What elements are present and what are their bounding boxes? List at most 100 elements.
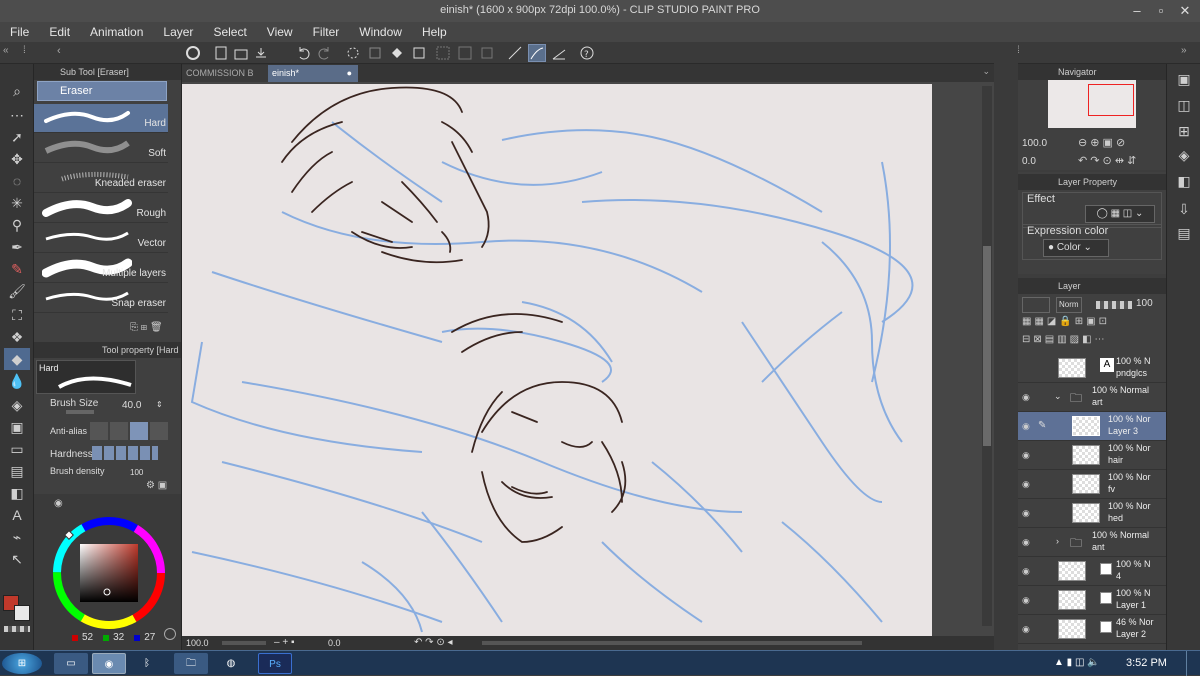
loading-icon[interactable] <box>344 44 362 62</box>
gradient-icon[interactable]: ▣ <box>4 416 30 438</box>
menu-edit[interactable]: Edit <box>39 22 80 42</box>
special-ruler-snap-icon[interactable] <box>528 44 546 62</box>
layer-4[interactable]: ◉ 100 % N4 <box>1018 557 1166 586</box>
operation-tool-icon[interactable]: ➚ <box>4 126 30 148</box>
hardness-slider[interactable] <box>92 446 158 460</box>
ruler-snap-icon[interactable] <box>506 44 524 62</box>
zoom-slider[interactable] <box>222 641 266 645</box>
pen-icon[interactable]: ✒ <box>4 236 30 258</box>
opacity-slider[interactable] <box>1096 301 1132 309</box>
taskbar-explorer-icon[interactable]: ▭ <box>54 653 88 674</box>
menu-view[interactable]: View <box>257 22 303 42</box>
brush-snap-eraser[interactable]: Snap eraser <box>34 284 168 313</box>
menu-layer[interactable]: Layer <box>153 22 203 42</box>
tool-property-settings-icon[interactable]: ⚙ ▣ <box>146 480 167 491</box>
navigator-preview[interactable] <box>1048 80 1136 128</box>
menu-file[interactable]: File <box>0 22 39 42</box>
layer-folder-art[interactable]: ◉ ⌄ 🗀 100 % Normal art <box>1018 383 1166 412</box>
blend-mode-dropdown[interactable]: Norm <box>1056 297 1082 313</box>
fill-icon[interactable] <box>388 44 406 62</box>
clear-icon[interactable] <box>366 44 384 62</box>
history-icon[interactable]: ⊞ <box>1171 120 1197 142</box>
navigator-zoom-value[interactable]: 100.0 <box>1022 138 1047 149</box>
lasso-icon[interactable]: ◌ <box>4 170 30 192</box>
close-button[interactable]: ✕ <box>1174 2 1196 20</box>
move-tool-icon[interactable]: ⋯ <box>4 104 30 126</box>
ruler-icon[interactable]: ◧ <box>4 482 30 504</box>
transparent-color-icon[interactable] <box>4 626 30 632</box>
chevron-left-icon[interactable]: ‹ <box>56 44 74 62</box>
menu-select[interactable]: Select <box>203 22 256 42</box>
opacity-value[interactable]: 100 <box>1136 298 1153 309</box>
navigator-angle-value[interactable]: 0.0 <box>1022 156 1036 167</box>
start-button-icon[interactable]: ⊞ <box>2 653 42 674</box>
brush-soft[interactable]: Soft <box>34 134 168 163</box>
copy-subtool-icon[interactable]: ⎘ <box>130 322 138 333</box>
layer-hed[interactable]: ◉ 100 % Nor hed <box>1018 499 1166 528</box>
undo-icon[interactable] <box>294 44 312 62</box>
redo-icon[interactable] <box>316 44 334 62</box>
tab-menu-icon[interactable]: ⌄ <box>982 66 990 77</box>
tab-commission[interactable]: COMMISSION B <box>182 65 268 82</box>
decoration-icon[interactable]: ❖ <box>4 326 30 348</box>
brush-vector[interactable]: Vector <box>34 224 168 253</box>
subtool-group-eraser[interactable]: Eraser <box>37 81 167 101</box>
zoom-value[interactable]: 100.0 <box>186 638 209 648</box>
canvas-vertical-scrollbar[interactable] <box>982 86 992 626</box>
rotate-controls-icon[interactable]: ↶ ↷ ⊙ ◂ <box>414 637 453 648</box>
taskbar-photoshop-icon[interactable]: Ps <box>258 653 292 674</box>
blue-value[interactable]: 27 <box>144 632 155 643</box>
color-mode-icon[interactable] <box>164 628 176 640</box>
zoom-tool-icon[interactable]: ⌕ <box>4 80 30 102</box>
angle-value[interactable]: 0.0 <box>328 638 341 648</box>
layer-mode-icon[interactable] <box>1022 297 1050 313</box>
crop-icon[interactable] <box>478 44 496 62</box>
tab-einish[interactable]: einish* ● <box>268 65 358 82</box>
taskbar-firefox-icon[interactable]: ◍ <box>214 653 248 674</box>
add-subtool-icon[interactable]: ⊞ <box>141 322 147 333</box>
menu-window[interactable]: Window <box>349 22 412 42</box>
magic-wand-icon[interactable]: ✳ <box>4 192 30 214</box>
material-palette-icon[interactable]: ◈ <box>1171 144 1197 166</box>
material-icon[interactable]: ◫ <box>1171 94 1197 116</box>
brush-density-value[interactable]: 100 <box>130 468 143 477</box>
taskbar-clip-studio-icon[interactable]: ◉ <box>92 653 126 674</box>
color-wheel-tab-icon[interactable]: ◉ <box>54 498 63 509</box>
expression-color-dropdown[interactable]: ● Color ⌄ <box>1043 239 1109 257</box>
minimize-button[interactable]: – <box>1126 2 1148 20</box>
canvas-area[interactable] <box>182 82 994 636</box>
layer-tools-row-2[interactable]: ⊟⊠▤▥▨◧⋯ <box>1022 334 1108 345</box>
maximize-button[interactable]: ▫ <box>1150 2 1172 20</box>
fill-bucket-icon[interactable]: ◈ <box>4 394 30 416</box>
anti-alias-weak[interactable] <box>110 422 128 440</box>
expand-right-icon[interactable]: » <box>1180 44 1198 62</box>
help-icon[interactable]: ? <box>578 44 596 62</box>
brush-kneaded-eraser[interactable]: Kneaded eraser <box>34 164 168 193</box>
download-materials-icon[interactable]: ⇩ <box>1171 198 1197 220</box>
balloon-icon[interactable]: ⌁ <box>4 526 30 548</box>
layer-fv[interactable]: ◉ 100 % Nor fv <box>1018 470 1166 499</box>
taskbar-bluetooth-icon[interactable]: ᛒ <box>134 653 160 674</box>
layer-tools-row-1[interactable]: ▦▦◪🔒⊞▣⊡ <box>1022 316 1110 327</box>
eraser-icon[interactable]: ◆ <box>4 348 30 370</box>
collapse-left-icon[interactable]: « <box>2 44 20 62</box>
clock[interactable]: 3:52 PM <box>1126 657 1167 669</box>
sub-color-swatch[interactable] <box>14 605 30 621</box>
transform-icon[interactable] <box>410 44 428 62</box>
deselect-icon[interactable] <box>434 44 452 62</box>
taskbar-folder-icon[interactable]: 🗀 <box>174 653 208 674</box>
eyedropper-icon[interactable]: ⚲ <box>4 214 30 236</box>
brush-size-slider[interactable] <box>66 410 94 414</box>
correct-line-icon[interactable]: ↖ <box>4 548 30 570</box>
layer-stack-icon[interactable]: ◧ <box>1171 170 1197 192</box>
tray-icons[interactable]: ▲ ▮ ◫ 🔈 <box>1054 657 1100 668</box>
save-icon[interactable] <box>252 44 270 62</box>
layer-layer-3[interactable]: ◉ ✎ 100 % Nor Layer 3 <box>1018 412 1166 441</box>
layer-pndglcs[interactable]: A 100 % Npndglcs <box>1018 354 1166 383</box>
pencil-icon[interactable]: ✎ <box>4 258 30 280</box>
anti-alias-medium[interactable] <box>130 422 148 440</box>
blend-icon[interactable]: 💧 <box>4 370 30 392</box>
layer-layer-2[interactable]: ◉ 46 % Nor Layer 2 <box>1018 615 1166 644</box>
anti-alias-none[interactable] <box>90 422 108 440</box>
anti-alias-strong[interactable] <box>150 422 168 440</box>
